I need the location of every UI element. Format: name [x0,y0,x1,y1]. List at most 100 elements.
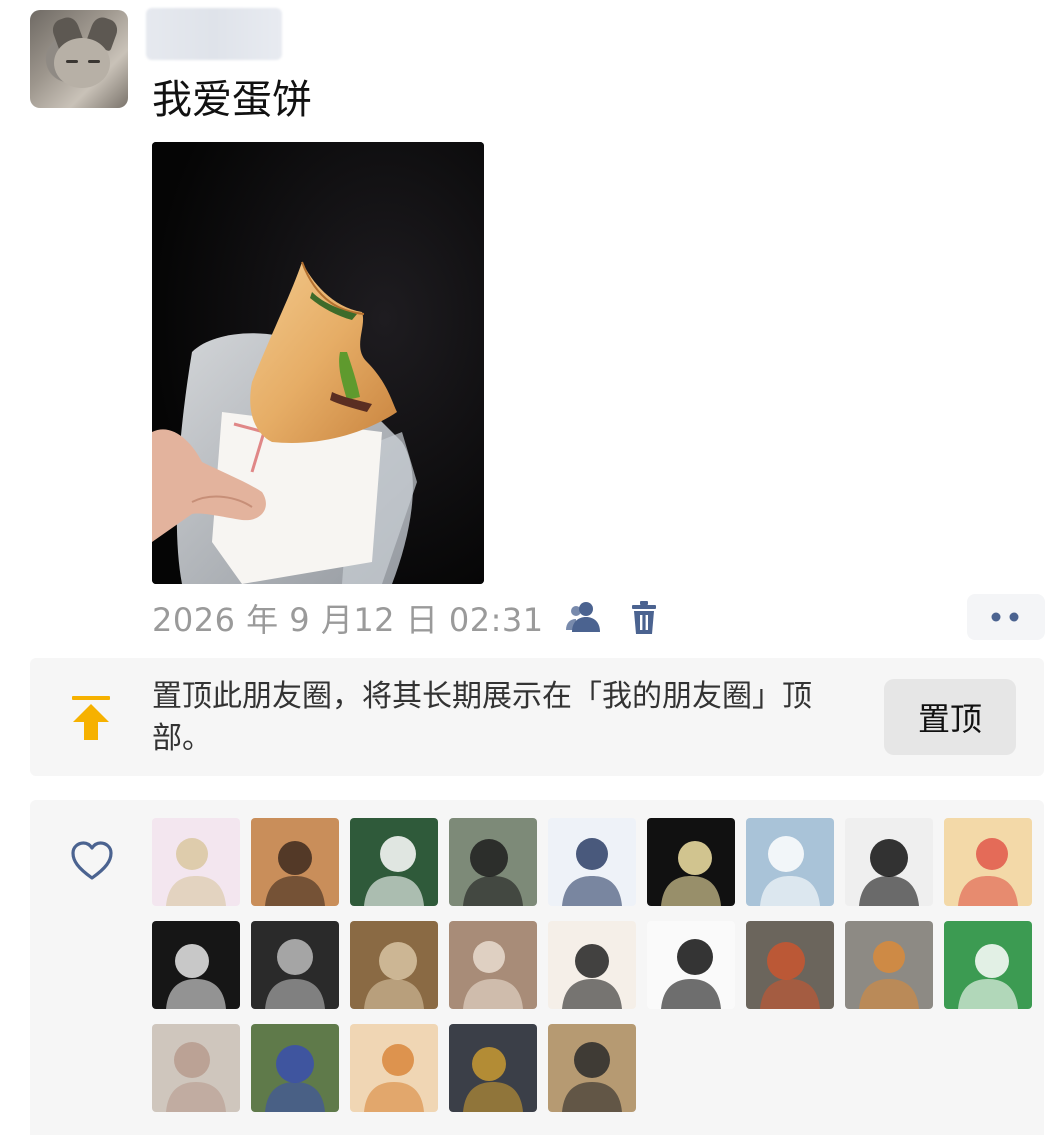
robot-figure-avatar[interactable] [449,1024,537,1112]
avatar-figure [265,841,325,906]
avatar-figure-body [958,979,1018,1009]
cat-eye [88,60,100,63]
avatar-figure-head [472,1047,506,1081]
anime-girl-avatar[interactable] [152,818,240,906]
silhouette-avatar[interactable] [845,818,933,906]
dark-hair-portrait-avatar[interactable] [152,921,240,1009]
avatar-figure-body [166,979,226,1009]
avatar-figure [562,838,622,906]
police-cartoon-avatar[interactable] [548,818,636,906]
author-avatar[interactable] [30,10,128,108]
bw-couple-avatar[interactable] [251,921,339,1009]
avatar-figure [364,1044,424,1112]
author-name-redacted[interactable] [146,8,282,60]
avatar-figure [265,939,325,1009]
blueberries-avatar[interactable] [251,1024,339,1112]
avatar-figure-body [463,1082,523,1112]
avatar-figure [661,841,721,906]
avatar-figure-head [576,838,608,870]
woman-with-toy-avatar[interactable] [449,921,537,1009]
dog-blue-hat-avatar[interactable] [746,818,834,906]
autumn-street-avatar[interactable] [746,921,834,1009]
liked-by-avatars [152,818,1042,1112]
avatar-figure [463,1047,523,1112]
avatar-figure-head [976,838,1008,870]
avatar-figure-body [265,876,325,906]
girl-with-crown-avatar[interactable] [251,818,339,906]
avatar-figure [562,1042,622,1112]
manga-man-avatar[interactable] [548,921,636,1009]
avatar-figure [463,839,523,906]
more-options-button[interactable] [967,594,1045,640]
avatar-figure [463,941,523,1009]
avatar-figure [859,941,919,1009]
avatar-figure-head [575,944,609,978]
post-timestamp: 2026 年 9 月12 日 02:31 [152,601,544,639]
avatar-figure-head [174,1042,210,1078]
dog-cartoon-avatar[interactable] [944,921,1032,1009]
post-photo[interactable] [152,142,484,584]
avatar-figure-body [166,876,226,906]
avatar-figure-head [278,841,312,875]
avatar-figure-head [473,941,505,973]
pin-to-top-banner: 置顶此朋友圈，将其长期展示在「我的朋友圈」顶部。 置顶 [30,658,1044,776]
avatar-figure [166,838,226,906]
avatar-figure-head [873,941,905,973]
avatar-figure-head [277,939,313,975]
avatar-figure-body [859,979,919,1009]
avatar-figure-head [768,836,804,872]
avatar-figure-body [958,876,1018,906]
avatar-figure-head [975,944,1009,978]
avatar-figure-body [760,876,820,906]
post-meta-row: 2026 年 9 月12 日 02:31 [152,596,664,640]
avatar-figure [859,839,919,906]
avatar-figure-body [265,979,325,1009]
redhead-cartoon-avatar[interactable] [944,818,1032,906]
pin-to-top-icon [72,696,110,740]
avatar-figure-body [562,1082,622,1112]
post-text: 我爱蛋饼 [152,77,312,123]
pin-description: 置顶此朋友圈，将其长期展示在「我的朋友圈」顶部。 [152,679,812,756]
police-mascot-avatar[interactable] [647,818,735,906]
avatar-figure [661,939,721,1009]
avatar-figure-body [166,1082,226,1112]
green-eyes-avatar[interactable] [350,818,438,906]
pig-avatar[interactable] [152,1024,240,1112]
avatar-figure-body [760,979,820,1009]
avatar-figure [166,944,226,1009]
avatar-figure-body [661,979,721,1009]
avatar-figure-head [470,839,508,877]
kid-reading-avatar[interactable] [350,921,438,1009]
egg-pancake-illustration [152,142,484,584]
cat-eye [66,60,78,63]
pin-button[interactable]: 置顶 [884,679,1016,755]
people-icon[interactable] [564,598,604,638]
avatar-figure-body [463,979,523,1009]
avatar-figure-head [276,1045,314,1083]
avatar-figure-head [677,939,713,975]
avatar-figure [364,942,424,1009]
avatar-figure [958,838,1018,906]
avatar-figure-head [379,942,417,980]
avatar-figure-body [364,1082,424,1112]
avatar-figure [562,944,622,1009]
avatar-figure-body [661,876,721,906]
orange-cat-avatar[interactable] [350,1024,438,1112]
avatar-figure-body [364,876,424,906]
trash-icon[interactable] [624,598,664,638]
avatar-figure-head [870,839,908,877]
avatar-figure-body [265,1082,325,1112]
avatar-figure-head [380,836,416,872]
avatar-figure [760,942,820,1009]
boy-sunglasses-avatar[interactable] [548,1024,636,1112]
avatar-figure-body [562,876,622,906]
man-outdoors-avatar[interactable] [449,818,537,906]
cat-face [54,38,110,88]
avatar-figure-head [574,1042,610,1078]
tiger-cub-avatar[interactable] [845,921,933,1009]
avatar-figure-head [382,1044,414,1076]
avatar-figure [958,944,1018,1009]
avatar-figure [265,1045,325,1112]
spiky-hair-sketch-avatar[interactable] [647,921,735,1009]
avatar-figure-body [463,876,523,906]
